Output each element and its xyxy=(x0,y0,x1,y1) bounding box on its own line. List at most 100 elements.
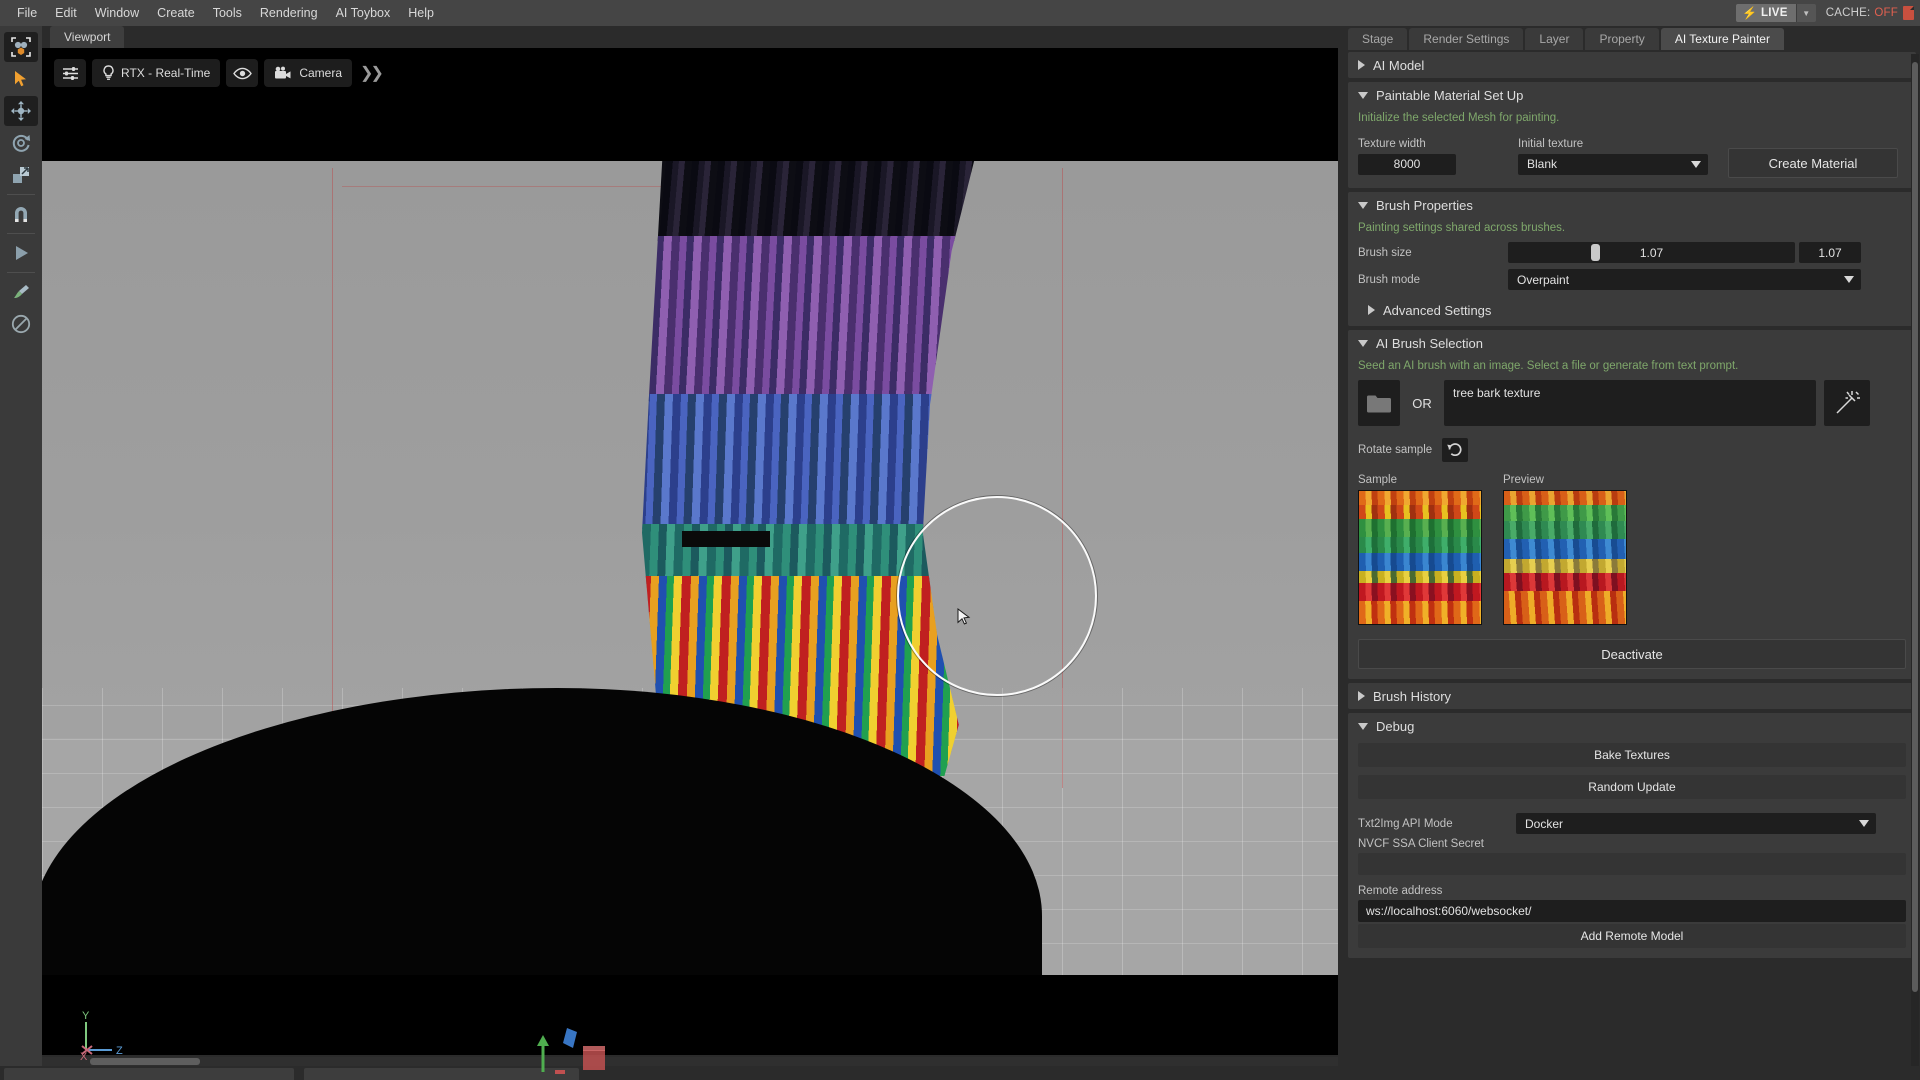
play-icon[interactable] xyxy=(4,238,38,268)
preview-stripe xyxy=(1504,539,1626,561)
remote-address-label: Remote address xyxy=(1358,885,1443,897)
bake-textures-button[interactable]: Bake Textures xyxy=(1358,743,1906,767)
random-update-button[interactable]: Random Update xyxy=(1358,775,1906,799)
menu-rendering[interactable]: Rendering xyxy=(251,0,327,26)
sample-stripe xyxy=(1359,601,1481,624)
texture-width-input[interactable] xyxy=(1358,153,1456,175)
viewport-canvas[interactable]: RTX - Real-Time Camera ❯❯ xyxy=(42,48,1338,1055)
rotate-sample-label: Rotate sample xyxy=(1358,444,1433,456)
render-mode-button[interactable]: RTX - Real-Time xyxy=(92,59,221,87)
viewport-horizontal-scrollbar[interactable] xyxy=(42,1057,1338,1066)
deactivate-button[interactable]: Deactivate xyxy=(1358,639,1906,669)
tab-stage[interactable]: Stage xyxy=(1348,28,1408,50)
menu-window[interactable]: Window xyxy=(86,0,148,26)
preview-label: Preview xyxy=(1503,474,1544,486)
section-ai-brush-selection: AI Brush Selection Seed an AI brush with… xyxy=(1348,330,1916,679)
scene-guide-line-1 xyxy=(332,168,333,788)
section-debug: Debug Bake Textures Random Update Txt2Im… xyxy=(1348,713,1916,958)
preview-thumbnail[interactable] xyxy=(1503,490,1627,625)
section-brush-history[interactable]: Brush History xyxy=(1348,683,1916,709)
brush-size-number-value: 1.07 xyxy=(1818,245,1842,260)
initial-texture-dropdown[interactable]: Blank xyxy=(1518,153,1708,175)
brush-size-slider[interactable]: 1.07 xyxy=(1508,242,1795,263)
menu-file[interactable]: File xyxy=(8,0,46,26)
section-title-ai-brush-selection: AI Brush Selection xyxy=(1376,335,1483,351)
create-material-button[interactable]: Create Material xyxy=(1728,148,1898,178)
toolbar-divider-3 xyxy=(7,272,35,273)
menu-help[interactable]: Help xyxy=(399,0,443,26)
move-tool-icon[interactable] xyxy=(4,96,38,126)
magic-wand-icon[interactable] xyxy=(1824,380,1870,426)
snap-magnet-icon[interactable] xyxy=(4,199,38,229)
scale-tool-icon[interactable] xyxy=(4,160,38,190)
brush-properties-hint: Painting settings shared across brushes. xyxy=(1358,222,1566,234)
section-header-ai-brush-selection[interactable]: AI Brush Selection xyxy=(1348,330,1916,356)
menu-tools[interactable]: Tools xyxy=(204,0,251,26)
remote-address-input[interactable] xyxy=(1358,900,1906,922)
preview-stripe xyxy=(1504,591,1626,624)
section-header-paintable-material[interactable]: Paintable Material Set Up xyxy=(1348,82,1916,108)
menu-edit[interactable]: Edit xyxy=(46,0,86,26)
brush-size-number-field[interactable]: 1.07 xyxy=(1799,242,1861,263)
rotate-tool-icon[interactable] xyxy=(4,128,38,158)
paintable-material-hint: Initialize the selected Mesh for paintin… xyxy=(1358,112,1560,124)
sample-label: Sample xyxy=(1358,474,1397,486)
add-remote-model-button[interactable]: Add Remote Model xyxy=(1358,924,1906,948)
svg-text:Z: Z xyxy=(116,1045,123,1057)
section-header-debug[interactable]: Debug xyxy=(1348,713,1916,739)
menu-ai-toybox[interactable]: AI Toybox xyxy=(327,0,400,26)
cursor-arrow-icon[interactable] xyxy=(4,64,38,94)
tab-render-settings[interactable]: Render Settings xyxy=(1409,28,1524,50)
txt2img-api-mode-label: Txt2Img API Mode xyxy=(1358,817,1453,830)
right-panel: Stage Render Settings Layer Property AI … xyxy=(1344,26,1920,1080)
eye-icon[interactable] xyxy=(226,59,259,87)
folder-icon[interactable] xyxy=(1358,380,1400,426)
sample-stripe xyxy=(1359,553,1481,573)
ai-prompt-input[interactable]: tree bark texture xyxy=(1444,380,1816,426)
right-panel-tabs: Stage Render Settings Layer Property AI … xyxy=(1344,26,1920,50)
sample-thumbnail[interactable] xyxy=(1358,490,1482,625)
brush-size-slider-value: 1.07 xyxy=(1639,245,1664,260)
menu-create[interactable]: Create xyxy=(148,0,204,26)
live-dropdown-caret[interactable]: ▼ xyxy=(1795,4,1816,22)
translate-gizmo[interactable] xyxy=(525,1020,615,1080)
section-title-brush-properties: Brush Properties xyxy=(1376,197,1473,213)
camera-button[interactable]: Camera xyxy=(264,59,353,87)
rotate-ccw-icon[interactable] xyxy=(1442,438,1469,462)
brush-mode-value: Overpaint xyxy=(1517,272,1570,287)
camera-label: Camera xyxy=(299,66,343,80)
right-panel-scrollbar[interactable] xyxy=(1911,54,1919,1080)
or-label: OR xyxy=(1412,395,1432,411)
camera-icon xyxy=(275,66,291,79)
tab-layer[interactable]: Layer xyxy=(1525,28,1584,50)
paint-brush-icon[interactable] xyxy=(4,277,38,307)
section-ai-model[interactable]: AI Model xyxy=(1348,52,1916,78)
select-objects-icon[interactable] xyxy=(4,32,38,62)
live-status-badge[interactable]: ⚡ LIVE xyxy=(1736,4,1796,22)
section-title-ai-model: AI Model xyxy=(1373,57,1425,73)
sliders-icon[interactable] xyxy=(54,59,86,87)
nvcf-client-secret-label: NVCF SSA Client Secret xyxy=(1358,838,1484,850)
subsection-advanced-settings[interactable]: Advanced Settings xyxy=(1358,298,1906,322)
texture-width-label: Texture width xyxy=(1358,137,1426,150)
tab-property[interactable]: Property xyxy=(1585,28,1659,50)
nvcf-client-secret-input[interactable] xyxy=(1358,853,1906,875)
txt2img-api-mode-dropdown[interactable]: Docker xyxy=(1516,813,1876,834)
disable-icon[interactable] xyxy=(4,309,38,339)
chevron-double-right-icon[interactable]: ❯❯ xyxy=(360,63,384,83)
tab-viewport[interactable]: Viewport xyxy=(50,26,125,48)
cache-value: OFF xyxy=(1874,7,1898,19)
tab-ai-texture-painter[interactable]: AI Texture Painter xyxy=(1660,28,1784,50)
render-mode-label: RTX - Real-Time xyxy=(121,66,211,80)
live-label: LIVE xyxy=(1760,7,1788,19)
brush-size-slider-handle[interactable] xyxy=(1591,244,1600,261)
section-header-brush-properties[interactable]: Brush Properties xyxy=(1348,192,1916,218)
trunk-dark-patch xyxy=(682,531,770,547)
ai-prompt-value: tree bark texture xyxy=(1453,386,1541,400)
scene-guide-line-2 xyxy=(1062,168,1063,788)
cache-label: CACHE: xyxy=(1825,7,1871,19)
cache-file-icon[interactable] xyxy=(1903,6,1914,20)
ai-brush-hint: Seed an AI brush with an image. Select a… xyxy=(1358,360,1739,372)
brush-mode-dropdown[interactable]: Overpaint xyxy=(1508,269,1861,290)
right-panel-body: AI Model Paintable Material Set Up Initi… xyxy=(1344,50,1920,1080)
